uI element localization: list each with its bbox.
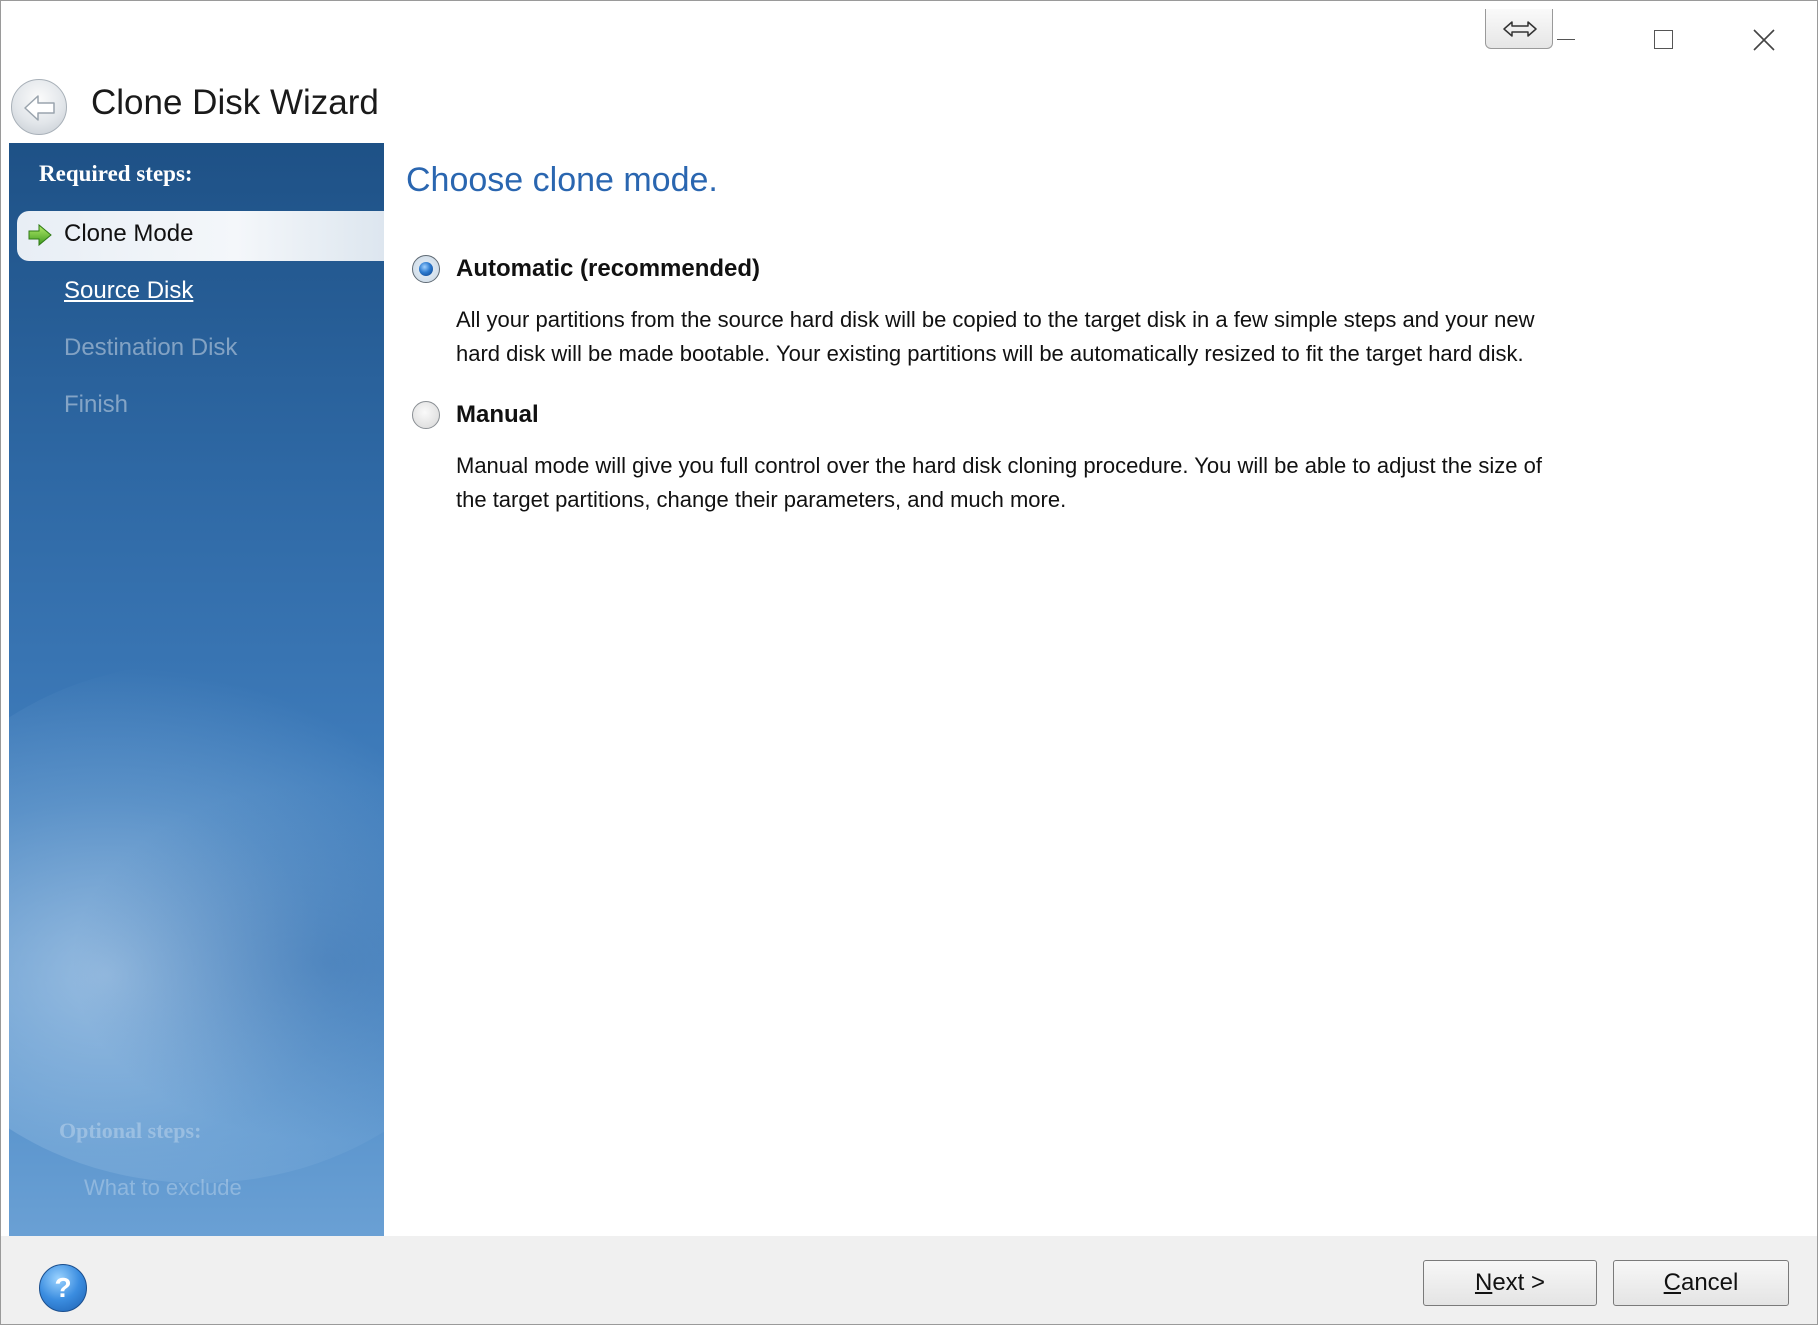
help-button[interactable]: ? <box>39 1264 87 1312</box>
step-source-disk-link[interactable]: Source Disk <box>64 277 193 305</box>
automatic-option-label[interactable]: Automatic (recommended) <box>456 255 760 283</box>
back-arrow-icon <box>24 95 55 121</box>
resize-toggle-button[interactable] <box>1485 9 1553 49</box>
manual-option-description: Manual mode will give you full control o… <box>456 449 1796 517</box>
required-steps-heading: Required steps: <box>39 161 193 186</box>
close-icon <box>1753 29 1775 51</box>
automatic-option-description: All your partitions from the source hard… <box>456 303 1796 371</box>
back-button[interactable] <box>11 79 67 135</box>
next-button[interactable]: Next > <box>1423 1260 1597 1306</box>
help-icon: ? <box>54 1272 72 1303</box>
step-finish: Finish <box>64 391 129 418</box>
optional-step-what-to-exclude: What to exclude <box>84 1175 242 1200</box>
current-step-arrow-icon <box>28 223 52 247</box>
description-line: Manual mode will give you full control o… <box>456 453 1542 478</box>
description-line: the target partitions, change their para… <box>456 487 1067 512</box>
cancel-mnemonic: C <box>1663 1269 1681 1296</box>
window-title: Clone Disk Wizard <box>91 83 379 122</box>
next-mnemonic: N <box>1474 1269 1493 1296</box>
clone-disk-wizard-window: Clone Disk Wizard Required steps: Clone … <box>0 0 1818 1325</box>
step-clone-mode: Clone Mode <box>64 220 194 247</box>
title-bar: Clone Disk Wizard <box>1 1 1817 143</box>
manual-radio[interactable] <box>412 401 440 429</box>
page-title: Choose clone mode. <box>406 161 718 199</box>
automatic-radio[interactable] <box>412 255 440 283</box>
maximize-button[interactable] <box>1641 17 1687 63</box>
minimize-button[interactable] <box>1557 17 1591 57</box>
cancel-label: ancel <box>1680 1269 1739 1296</box>
double-arrow-icon <box>1503 21 1537 37</box>
description-line: hard disk will be made bootable. Your ex… <box>456 341 1524 366</box>
step-destination-disk: Destination Disk <box>64 334 238 361</box>
optional-steps-heading: Optional steps: <box>59 1118 202 1143</box>
manual-option-label[interactable]: Manual <box>456 401 539 429</box>
close-button[interactable] <box>1741 17 1787 63</box>
description-line: All your partitions from the source hard… <box>456 307 1535 332</box>
next-label: ext > <box>1492 1269 1546 1296</box>
wizard-steps-sidebar: Required steps: Clone Mode Source Disk D… <box>9 143 384 1236</box>
cancel-button[interactable]: Cancel <box>1613 1260 1789 1306</box>
main-panel: Choose clone mode. Automatic (recommende… <box>384 143 1817 1236</box>
